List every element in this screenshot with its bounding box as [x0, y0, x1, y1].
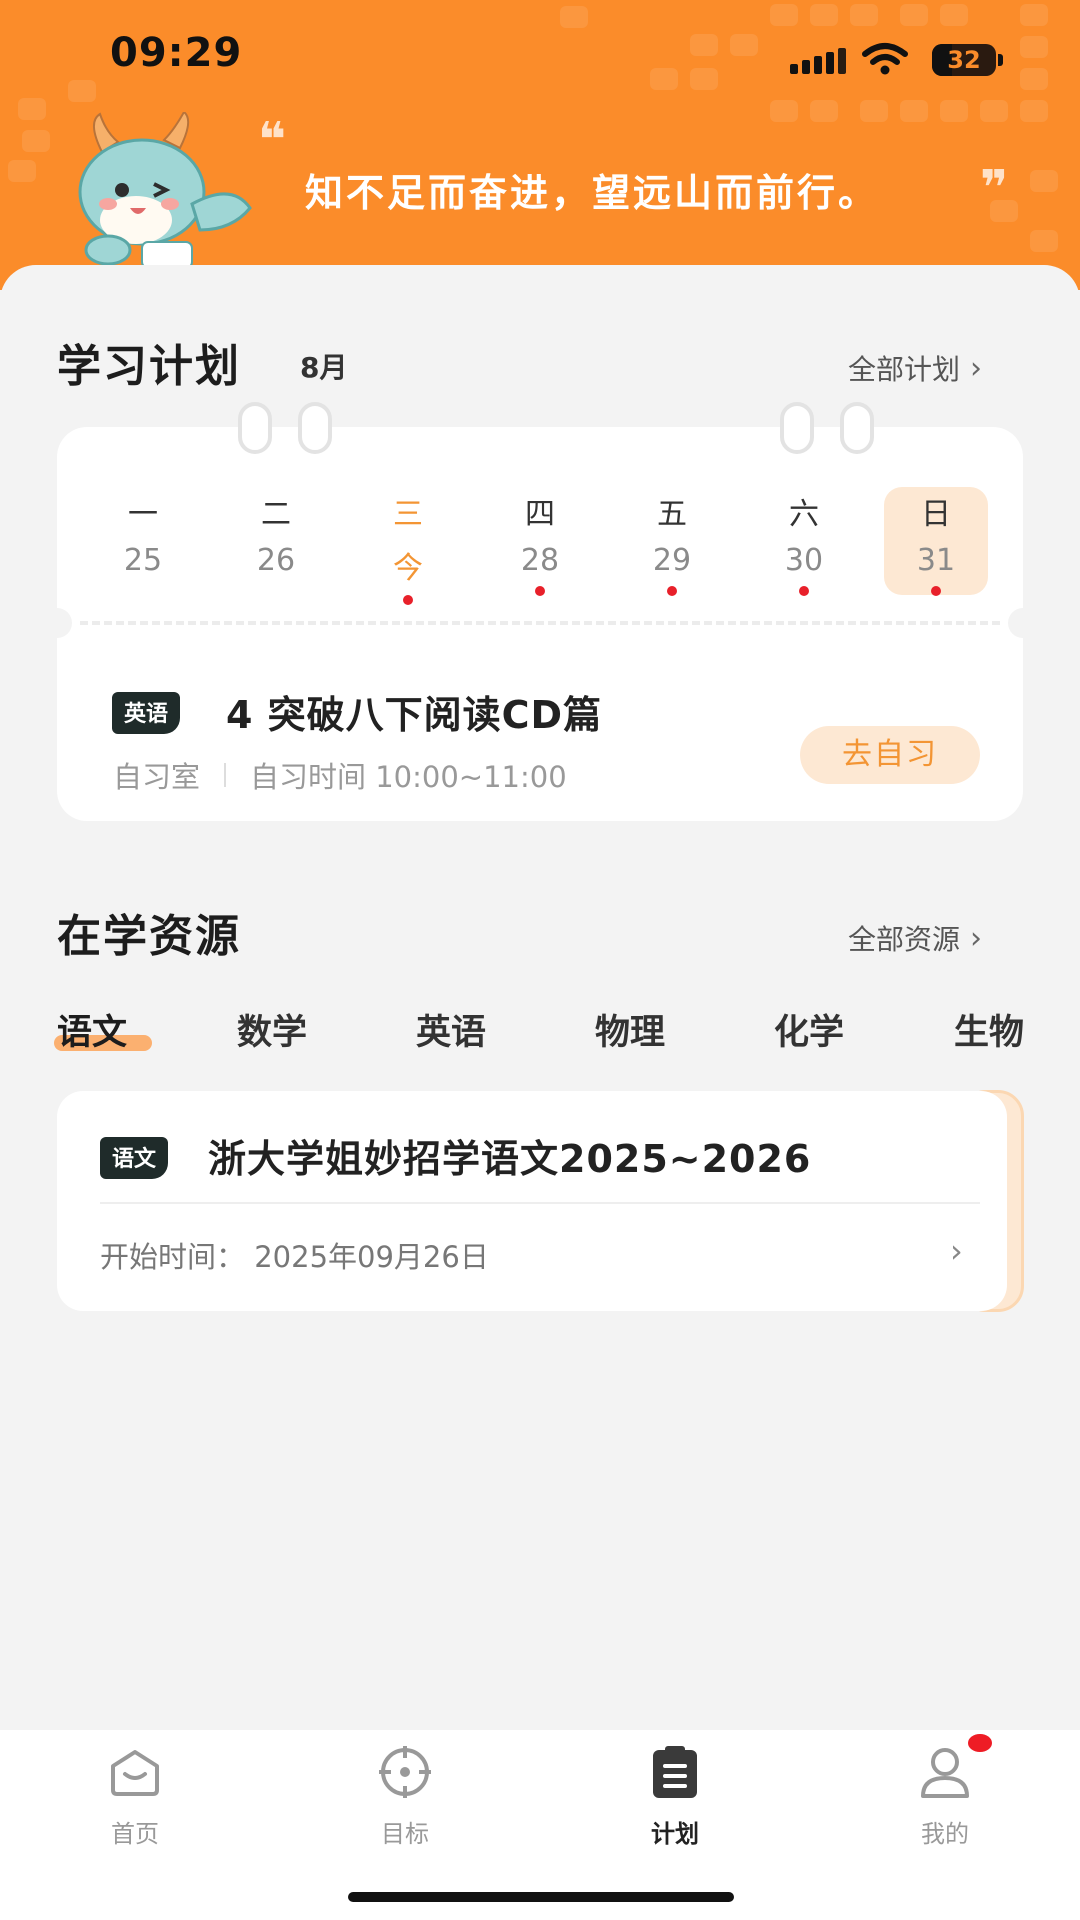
battery-tip	[998, 54, 1003, 66]
task-dot	[799, 586, 809, 596]
home-indicator	[348, 1892, 734, 1902]
task-time: 自习时间 10:00~11:00	[250, 760, 567, 794]
calendar-day-fri[interactable]: 五 29	[620, 487, 724, 596]
calendar-day-sat[interactable]: 六 30	[752, 487, 856, 596]
chevron-right-icon[interactable]: ›	[950, 1232, 963, 1270]
day-weekday: 一	[128, 497, 158, 532]
decor-square	[8, 160, 36, 182]
cellular-signal-icon	[790, 48, 846, 74]
nav-mine[interactable]: 我的	[885, 1744, 1005, 1849]
wifi-icon	[862, 43, 908, 75]
day-date: 26	[256, 543, 296, 578]
calendar-day-tue[interactable]: 二 26	[224, 487, 328, 595]
nav-label: 首页	[111, 1820, 159, 1848]
decor-square	[1030, 170, 1058, 192]
binder-ring	[298, 402, 332, 454]
day-weekday: 四	[525, 497, 555, 532]
calendar-day-wed-today[interactable]: 三 今	[356, 487, 460, 605]
nav-home[interactable]: 首页	[75, 1744, 195, 1849]
quote-close-icon: ❞	[980, 160, 1009, 216]
tab-english[interactable]: 英语	[416, 1004, 486, 1055]
resource-card[interactable]	[57, 1091, 1007, 1311]
day-date: 今	[393, 551, 423, 586]
task-dot	[667, 586, 677, 596]
day-date: 31	[916, 543, 956, 578]
decor-square	[22, 130, 50, 152]
subject-tag: 语文	[100, 1137, 169, 1179]
calendar-day-thu[interactable]: 四 28	[488, 487, 592, 596]
status-time: 09:29	[110, 30, 243, 76]
nav-target[interactable]: 目标	[345, 1744, 465, 1849]
day-weekday: 日	[921, 497, 951, 532]
header-banner: 09:29 32 ❝ 知不足而奋进，望远山而前行。 ❞	[0, 0, 1080, 290]
day-date: 30	[784, 543, 824, 578]
plan-section-title: 学习计划	[57, 341, 241, 392]
chevron-right-icon: ›	[970, 920, 983, 956]
tab-chemistry[interactable]: 化学	[774, 1004, 844, 1055]
target-icon	[379, 1746, 431, 1798]
all-plans-link[interactable]: 全部计划 ›	[848, 348, 982, 388]
home-icon	[111, 1750, 159, 1796]
day-weekday: 三	[393, 497, 423, 532]
quote-open-icon: ❝	[258, 112, 287, 168]
day-date: 25	[123, 543, 163, 578]
card-divider	[100, 1202, 980, 1204]
day-date: 29	[652, 543, 692, 578]
day-date: 28	[520, 543, 560, 578]
binder-ring	[780, 402, 814, 454]
resources-section-title: 在学资源	[57, 911, 241, 962]
tab-biology[interactable]: 生物	[954, 1004, 1024, 1055]
binder-ring	[840, 402, 874, 454]
status-bar: 09:29 32	[0, 0, 1080, 120]
tab-physics[interactable]: 物理	[595, 1004, 665, 1055]
clipboard-icon	[653, 1746, 697, 1798]
chevron-right-icon: ›	[970, 350, 983, 386]
calendar-day-mon[interactable]: 一 25	[91, 487, 195, 595]
resource-title[interactable]: 浙大学姐妙招学语文2025~2026	[208, 1128, 811, 1183]
subject-tag: 英语	[112, 692, 181, 734]
day-weekday: 二	[261, 497, 291, 532]
nav-label: 目标	[381, 1820, 429, 1848]
task-dot	[403, 595, 413, 605]
day-weekday: 六	[789, 497, 819, 532]
all-resources-label: 全部资源	[848, 923, 961, 956]
go-study-button[interactable]: 去自习	[800, 726, 980, 784]
battery-icon: 32	[932, 44, 996, 76]
ticket-perforation	[80, 621, 1000, 625]
all-plans-label: 全部计划	[848, 353, 961, 386]
plan-month-label: 8月	[300, 351, 348, 384]
meta-divider	[224, 763, 227, 787]
ticket-notch	[1008, 608, 1038, 638]
task-dot	[535, 586, 545, 596]
day-weekday: 五	[657, 497, 687, 532]
task-dot	[931, 586, 941, 596]
all-resources-link[interactable]: 全部资源 ›	[848, 918, 982, 958]
motto-text: 知不足而奋进，望远山而前行。	[305, 171, 880, 215]
user-icon	[921, 1748, 969, 1798]
notification-badge	[968, 1734, 992, 1752]
dragon-mascot-icon	[78, 112, 252, 269]
nav-plan[interactable]: 计划	[615, 1744, 735, 1849]
nav-label: 我的	[921, 1820, 969, 1848]
binder-ring	[238, 402, 272, 454]
ticket-notch	[42, 608, 72, 638]
resource-start-time: 开始时间： 2025年09月26日	[100, 1240, 489, 1274]
battery-level: 32	[947, 46, 981, 74]
nav-label: 计划	[651, 1820, 699, 1848]
tab-math[interactable]: 数学	[237, 1004, 307, 1055]
tab-chinese[interactable]: 语文	[57, 1004, 127, 1055]
task-title[interactable]: 4 突破八下阅读CD篇	[226, 684, 602, 739]
decor-square	[1030, 230, 1058, 252]
calendar-day-sun-selected[interactable]: 日 31	[884, 487, 988, 596]
task-meta: 自习室 自习时间 10:00~11:00	[113, 754, 567, 796]
task-room: 自习室	[113, 760, 201, 794]
